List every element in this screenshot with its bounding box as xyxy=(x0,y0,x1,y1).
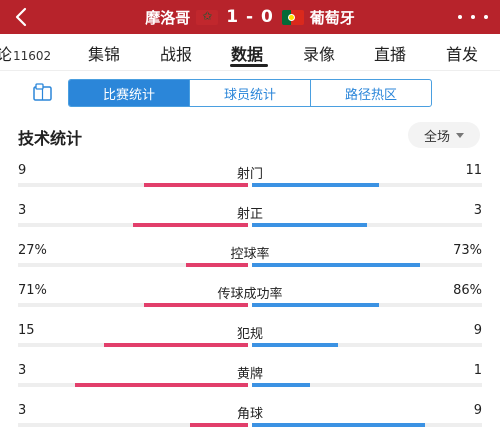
stat-label: 黄牌 xyxy=(236,367,263,382)
subtab-player-stats[interactable]: 球员统计 xyxy=(190,80,311,106)
subtab-match-stats[interactable]: 比赛统计 xyxy=(69,80,190,106)
home-stat-bar xyxy=(75,383,248,387)
home-stat-bar xyxy=(133,223,248,227)
portugal-flag-icon xyxy=(281,9,304,25)
away-stat-bar xyxy=(252,263,420,267)
tab-comments-label: 论 xyxy=(0,45,13,64)
home-stat-bar xyxy=(190,423,248,427)
tab-replay[interactable]: 录像 xyxy=(303,41,335,65)
away-stat-value: 11 xyxy=(465,163,482,178)
period-filter-label: 全场 xyxy=(423,129,450,145)
stat-label: 角球 xyxy=(236,407,263,422)
dot-icon xyxy=(484,15,488,19)
away-stat-value: 73% xyxy=(453,243,482,258)
away-stat-value: 9 xyxy=(473,323,482,338)
tab-data[interactable]: 数据 xyxy=(231,41,263,65)
away-stat-bar xyxy=(252,343,338,347)
stats-subtabs: 比赛统计 球员统计 路径热区 xyxy=(0,71,500,117)
scoreline: 摩洛哥 ✩ 1 - 0 葡萄牙 xyxy=(0,0,500,34)
away-stat-bar xyxy=(252,303,379,307)
home-stat-bar xyxy=(144,303,248,307)
tab-comments[interactable]: 论11602 xyxy=(0,41,51,65)
pitch-icon[interactable] xyxy=(32,83,54,103)
morocco-flag-icon: ✩ xyxy=(196,9,219,25)
tab-highlights[interactable]: 集锦 xyxy=(88,41,120,65)
match-header: 摩洛哥 ✩ 1 - 0 葡萄牙 xyxy=(0,0,500,34)
more-options-button[interactable] xyxy=(458,4,488,30)
away-stat-bar xyxy=(252,423,425,427)
stat-row: 27% 控球率 73% xyxy=(0,243,500,283)
away-stat-bar xyxy=(252,383,310,387)
dot-icon xyxy=(458,15,462,19)
stat-label: 犯规 xyxy=(236,327,263,342)
stat-label: 控球率 xyxy=(230,247,270,262)
dot-icon xyxy=(471,15,475,19)
stat-row: 71% 传球成功率 86% xyxy=(0,283,500,323)
section-title: 技术统计 xyxy=(18,129,83,148)
stat-row: 9 射门 11 xyxy=(0,163,500,203)
stat-row: 3 射正 3 xyxy=(0,203,500,243)
tab-lineup[interactable]: 首发 xyxy=(446,41,478,65)
segmented-control: 比赛统计 球员统计 路径热区 xyxy=(68,79,432,107)
caret-down-icon xyxy=(456,132,464,138)
stat-label: 射门 xyxy=(236,167,263,182)
away-stat-value: 86% xyxy=(453,283,482,298)
active-tab-indicator xyxy=(230,64,268,67)
home-stat-bar xyxy=(144,183,248,187)
tab-report[interactable]: 战报 xyxy=(160,41,192,65)
away-stat-value: 9 xyxy=(473,403,482,418)
subtab-heatmap[interactable]: 路径热区 xyxy=(311,80,431,106)
away-stat-value: 1 xyxy=(473,363,482,378)
away-stat-bar xyxy=(252,183,379,187)
comment-count: 11602 xyxy=(13,49,52,63)
stat-row: 15 犯规 9 xyxy=(0,323,500,363)
tab-live[interactable]: 直播 xyxy=(374,41,406,65)
away-stat-value: 3 xyxy=(473,203,482,218)
stat-label: 射正 xyxy=(236,207,263,222)
period-filter-dropdown[interactable]: 全场 xyxy=(408,122,480,148)
away-team-name: 葡萄牙 xyxy=(309,8,355,27)
match-nav-tabs: 论11602 集锦 战报 数据 录像 直播 首发 xyxy=(0,34,500,70)
home-team-name: 摩洛哥 xyxy=(145,8,191,27)
away-stat-bar xyxy=(252,223,367,227)
home-stat-bar xyxy=(186,263,248,267)
stat-row: 3 角球 9 xyxy=(0,403,500,440)
stat-label: 传球成功率 xyxy=(217,287,283,302)
home-stat-bar xyxy=(104,343,248,347)
match-score: 1 - 0 xyxy=(226,7,274,27)
stat-row: 3 黄牌 1 xyxy=(0,363,500,403)
